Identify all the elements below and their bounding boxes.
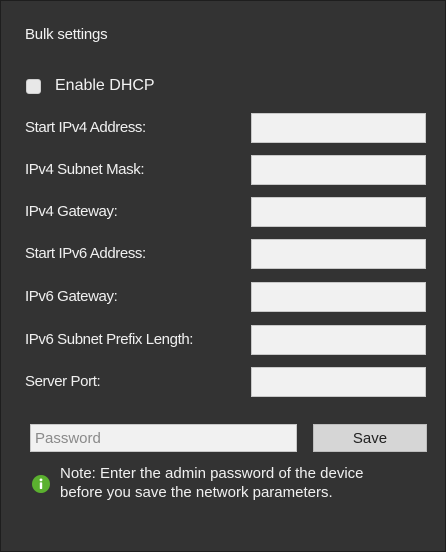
ipv6-gateway-label: IPv6 Gateway: (25, 288, 118, 305)
ipv4-gateway-row: IPv4 Gateway: (1, 197, 446, 227)
note: Note: Enter the admin password of the de… (32, 464, 422, 502)
ipv6-gateway-input[interactable] (251, 282, 426, 312)
ipv4-gateway-label: IPv4 Gateway: (25, 203, 118, 220)
password-input[interactable] (30, 424, 297, 452)
enable-dhcp-checkbox[interactable] (26, 78, 41, 94)
ipv4-subnet-mask-label: IPv4 Subnet Mask: (25, 161, 145, 178)
ipv4-subnet-mask-input[interactable] (251, 155, 426, 185)
enable-dhcp-option[interactable]: Enable DHCP (26, 77, 155, 95)
enable-dhcp-label: Enable DHCP (55, 77, 155, 94)
ipv6-subnet-prefix-length-row: IPv6 Subnet Prefix Length: (1, 325, 446, 355)
server-port-label: Server Port: (25, 373, 101, 390)
panel-title: Bulk settings (25, 26, 108, 43)
bulk-settings-panel: Bulk settings Enable DHCP Start IPv4 Add… (0, 0, 446, 552)
ipv6-gateway-row: IPv6 Gateway: (1, 282, 446, 312)
ipv6-subnet-prefix-length-label: IPv6 Subnet Prefix Length: (25, 331, 194, 348)
start-ipv4-address-row: Start IPv4 Address: (1, 113, 446, 143)
start-ipv6-address-label: Start IPv6 Address: (25, 245, 146, 262)
save-button[interactable]: Save (313, 424, 427, 452)
ipv6-subnet-prefix-length-input[interactable] (251, 325, 426, 355)
info-icon (32, 475, 50, 493)
ipv4-subnet-mask-row: IPv4 Subnet Mask: (1, 155, 446, 185)
start-ipv4-address-input[interactable] (251, 113, 426, 143)
start-ipv6-address-row: Start IPv6 Address: (1, 239, 446, 269)
note-text: Note: Enter the admin password of the de… (60, 465, 364, 501)
server-port-input[interactable] (251, 367, 426, 397)
start-ipv4-address-label: Start IPv4 Address: (25, 119, 146, 136)
start-ipv6-address-input[interactable] (251, 239, 426, 269)
ipv4-gateway-input[interactable] (251, 197, 426, 227)
server-port-row: Server Port: (1, 367, 446, 397)
